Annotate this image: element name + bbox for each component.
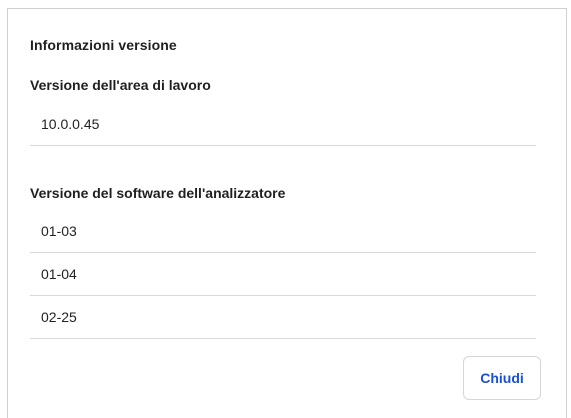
analyzer-version-value: 01-03 (41, 223, 77, 239)
workspace-version-heading: Versione dell'area di lavoro (30, 77, 211, 93)
version-info-dialog: Informazioni versione Versione dell'area… (7, 8, 567, 418)
analyzer-version-row: 02-25 (30, 297, 536, 339)
analyzer-software-heading: Versione del software dell'analizzatore (30, 185, 286, 201)
dialog-title: Informazioni versione (30, 37, 177, 53)
workspace-version-value: 10.0.0.45 (41, 116, 100, 132)
close-button[interactable]: Chiudi (463, 356, 541, 400)
analyzer-version-row: 01-04 (30, 254, 536, 296)
workspace-version-row: 10.0.0.45 (30, 104, 536, 146)
analyzer-version-value: 01-04 (41, 266, 77, 282)
analyzer-version-value: 02-25 (41, 309, 77, 325)
analyzer-version-row: 01-03 (30, 211, 536, 253)
